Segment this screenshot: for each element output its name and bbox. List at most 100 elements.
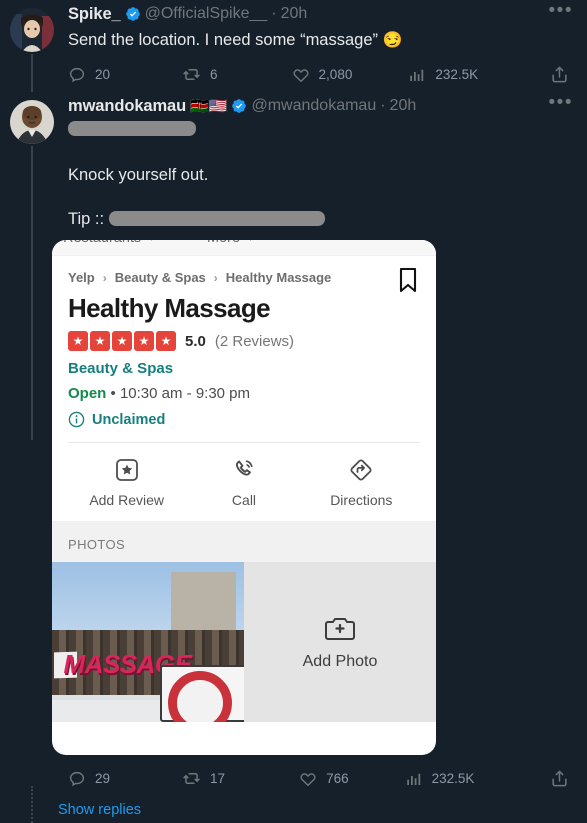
add-photo-button[interactable]: Add Photo xyxy=(244,562,436,723)
tip-line: Tip :: xyxy=(68,208,573,230)
show-replies-link[interactable]: Show replies xyxy=(58,802,587,818)
share-button[interactable] xyxy=(550,769,569,788)
directions-button[interactable]: Directions xyxy=(303,457,420,508)
category-link[interactable]: Beauty & Spas xyxy=(68,360,420,377)
more-options-button[interactable]: ••• xyxy=(549,93,573,114)
reply-button[interactable]: 29 xyxy=(68,770,110,788)
tweet-spike: Spike_ @OfficialSpike__ · 20h ••• Send t… xyxy=(0,0,587,93)
claim-status-row[interactable]: Unclaimed xyxy=(68,411,420,428)
tweet-header: mwandokamau 🇰🇪🇺🇸 @mwandokamau · 20h ••• xyxy=(68,93,573,115)
star-glyph: ★ xyxy=(94,334,106,349)
open-status: Open xyxy=(68,385,107,403)
rating-row: ★ ★ ★ ★ ★ 5.0 (2 Reviews) xyxy=(68,331,420,352)
star-glyph: ★ xyxy=(116,334,128,349)
review-count[interactable]: (2 Reviews) xyxy=(215,333,294,350)
photos-section-header: PHOTOS xyxy=(52,521,436,563)
analytics-bars-icon xyxy=(406,773,420,785)
status-separator: • xyxy=(110,385,116,403)
avatar[interactable] xyxy=(10,8,54,52)
header-separator: · xyxy=(380,97,386,115)
business-photo[interactable]: MASSAGE xyxy=(52,562,244,723)
photo-grid: MASSAGE Add Photo xyxy=(52,562,436,723)
nav-restaurants-label: Restaurants xyxy=(63,240,141,246)
timestamp[interactable]: 20h xyxy=(390,98,417,114)
avatar[interactable] xyxy=(10,100,54,145)
star-icon: ★ xyxy=(156,331,176,352)
heart-icon xyxy=(300,773,316,787)
chevron-down-icon: ▾ xyxy=(149,240,154,244)
user-handle[interactable]: @OfficialSpike__ xyxy=(145,6,268,22)
nav-more-label: More xyxy=(207,240,240,246)
breadcrumb-separator-icon: › xyxy=(213,270,218,285)
directions-label: Directions xyxy=(330,492,393,509)
more-options-button[interactable]: ••• xyxy=(549,1,573,22)
tweet-action-bar: 20 6 2,080 232.5K xyxy=(68,65,573,84)
hours-row: Open • 10:30 am - 9:30 pm xyxy=(68,385,420,402)
star-rating: ★ ★ ★ ★ ★ xyxy=(68,331,176,352)
hours-text: 10:30 am - 9:30 pm xyxy=(119,385,251,403)
tweet-text: Send the location. I need some “massage”… xyxy=(68,29,573,52)
star-glyph: ★ xyxy=(160,334,172,349)
rating-value: 5.0 xyxy=(185,332,206,350)
breadcrumb-item-yelp[interactable]: Yelp xyxy=(68,270,95,285)
retweet-count: 6 xyxy=(210,67,218,83)
like-button[interactable]: 766 xyxy=(299,770,349,788)
claim-status-label: Unclaimed xyxy=(92,411,166,428)
thread-connector-line xyxy=(31,146,33,441)
verified-badge-icon xyxy=(232,99,247,114)
retweet-button[interactable]: 17 xyxy=(182,769,225,788)
star-icon: ★ xyxy=(68,331,88,352)
views-button[interactable]: 232.5K xyxy=(408,66,478,84)
analytics-bars-icon xyxy=(410,69,424,81)
nav-restaurants[interactable]: Restaurants ▾ xyxy=(63,240,154,246)
star-icon: ★ xyxy=(112,331,132,352)
star-glyph: ★ xyxy=(72,334,84,349)
view-count: 232.5K xyxy=(431,771,475,787)
add-review-label: Add Review xyxy=(89,492,165,509)
tweet-text-content: Send the location. I need some “massage” xyxy=(68,30,379,49)
user-handle[interactable]: @mwandokamau xyxy=(251,98,376,114)
add-photo-camera-icon xyxy=(325,618,355,641)
share-button[interactable] xyxy=(550,65,569,84)
redacted-mention-line xyxy=(68,118,573,140)
display-name[interactable]: mwandokamau xyxy=(68,98,186,115)
retweet-icon xyxy=(183,773,200,785)
reply-count: 20 xyxy=(95,67,111,83)
flag-emojis: 🇰🇪🇺🇸 xyxy=(190,97,228,115)
redaction-bar xyxy=(68,120,196,136)
bookmark-icon xyxy=(399,268,417,293)
tweet-gutter xyxy=(10,98,62,441)
retweet-button[interactable]: 6 xyxy=(182,65,218,84)
views-button[interactable]: 232.5K xyxy=(405,770,475,788)
yelp-business-info: Yelp › Beauty & Spas › Healthy Massage H… xyxy=(52,256,436,521)
tweet-mwandokamau: mwandokamau 🇰🇪🇺🇸 @mwandokamau · 20h ••• … xyxy=(0,93,587,441)
call-button[interactable]: Call xyxy=(185,457,302,508)
yelp-top-nav: Restaurants ▾ More ▾ xyxy=(52,240,436,257)
avatar-image xyxy=(10,100,54,145)
display-name[interactable]: Spike_ xyxy=(68,6,121,23)
yelp-link-card[interactable]: Restaurants ▾ More ▾ Yelp › Beauty & Spa… xyxy=(52,240,436,756)
bookmark-button[interactable] xyxy=(396,266,420,299)
avatar-image xyxy=(10,8,54,52)
like-button[interactable]: 2,080 xyxy=(292,66,352,84)
directions-diamond-icon xyxy=(350,459,372,481)
breadcrumb-separator-icon: › xyxy=(102,270,107,285)
chevron-down-icon: ▾ xyxy=(248,240,253,244)
call-label: Call xyxy=(231,492,257,509)
info-circle-icon xyxy=(68,412,85,428)
add-review-button[interactable]: Add Review xyxy=(68,457,185,508)
yelp-link-card-wrapper: Restaurants ▾ More ▾ Yelp › Beauty & Spa… xyxy=(52,240,587,756)
reply-icon xyxy=(69,67,85,82)
tweet-action-bar: 29 17 766 232.5K xyxy=(68,769,573,788)
breadcrumb-item-category[interactable]: Beauty & Spas xyxy=(115,270,206,285)
verified-badge-icon xyxy=(125,7,140,22)
thread-connector-line xyxy=(31,54,33,93)
breadcrumb-item-business[interactable]: Healthy Massage xyxy=(226,270,332,285)
reply-button[interactable]: 20 xyxy=(68,66,110,84)
yelp-action-row: Add Review Call Directions xyxy=(68,443,420,521)
tweet-body: Spike_ @OfficialSpike__ · 20h ••• Send t… xyxy=(62,1,573,84)
reply-count: 29 xyxy=(95,771,111,787)
timestamp[interactable]: 20h xyxy=(281,6,308,22)
tweet-header: Spike_ @OfficialSpike__ · 20h ••• xyxy=(68,1,573,23)
nav-more[interactable]: More ▾ xyxy=(207,240,253,246)
